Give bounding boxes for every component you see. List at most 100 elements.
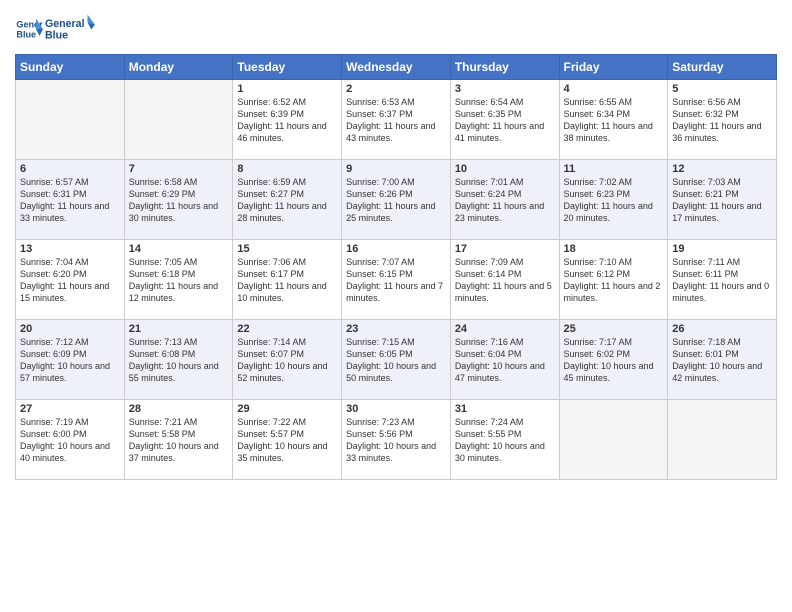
day-info: Sunrise: 7:05 AMSunset: 6:18 PMDaylight:…: [129, 256, 229, 305]
day-number: 9: [346, 163, 446, 175]
calendar-week-row: 13Sunrise: 7:04 AMSunset: 6:20 PMDayligh…: [16, 240, 777, 320]
calendar-table: SundayMondayTuesdayWednesdayThursdayFrid…: [15, 54, 777, 480]
calendar-cell: 28Sunrise: 7:21 AMSunset: 5:58 PMDayligh…: [124, 400, 233, 480]
day-info: Sunrise: 7:13 AMSunset: 6:08 PMDaylight:…: [129, 336, 229, 385]
calendar-cell: [16, 80, 125, 160]
calendar-cell: 10Sunrise: 7:01 AMSunset: 6:24 PMDayligh…: [450, 160, 559, 240]
calendar-cell: 20Sunrise: 7:12 AMSunset: 6:09 PMDayligh…: [16, 320, 125, 400]
col-header-monday: Monday: [124, 55, 233, 80]
day-info: Sunrise: 7:16 AMSunset: 6:04 PMDaylight:…: [455, 336, 555, 385]
day-info: Sunrise: 7:24 AMSunset: 5:55 PMDaylight:…: [455, 416, 555, 465]
col-header-thursday: Thursday: [450, 55, 559, 80]
col-header-tuesday: Tuesday: [233, 55, 342, 80]
calendar-cell: 6Sunrise: 6:57 AMSunset: 6:31 PMDaylight…: [16, 160, 125, 240]
day-number: 7: [129, 163, 229, 175]
day-number: 16: [346, 243, 446, 255]
day-info: Sunrise: 6:58 AMSunset: 6:29 PMDaylight:…: [129, 176, 229, 225]
calendar-cell: [559, 400, 668, 480]
day-info: Sunrise: 7:02 AMSunset: 6:23 PMDaylight:…: [564, 176, 664, 225]
day-info: Sunrise: 7:14 AMSunset: 6:07 PMDaylight:…: [237, 336, 337, 385]
day-number: 18: [564, 243, 664, 255]
day-number: 29: [237, 403, 337, 415]
day-number: 12: [672, 163, 772, 175]
day-number: 4: [564, 83, 664, 95]
day-number: 1: [237, 83, 337, 95]
calendar-cell: 11Sunrise: 7:02 AMSunset: 6:23 PMDayligh…: [559, 160, 668, 240]
day-number: 15: [237, 243, 337, 255]
calendar-cell: 21Sunrise: 7:13 AMSunset: 6:08 PMDayligh…: [124, 320, 233, 400]
calendar-cell: 23Sunrise: 7:15 AMSunset: 6:05 PMDayligh…: [342, 320, 451, 400]
day-info: Sunrise: 7:04 AMSunset: 6:20 PMDaylight:…: [20, 256, 120, 305]
calendar-header-row: SundayMondayTuesdayWednesdayThursdayFrid…: [16, 55, 777, 80]
col-header-friday: Friday: [559, 55, 668, 80]
svg-text:Blue: Blue: [16, 29, 36, 39]
calendar-cell: 8Sunrise: 6:59 AMSunset: 6:27 PMDaylight…: [233, 160, 342, 240]
calendar-cell: 31Sunrise: 7:24 AMSunset: 5:55 PMDayligh…: [450, 400, 559, 480]
calendar-cell: 18Sunrise: 7:10 AMSunset: 6:12 PMDayligh…: [559, 240, 668, 320]
day-info: Sunrise: 7:21 AMSunset: 5:58 PMDaylight:…: [129, 416, 229, 465]
day-number: 11: [564, 163, 664, 175]
calendar-cell: 25Sunrise: 7:17 AMSunset: 6:02 PMDayligh…: [559, 320, 668, 400]
logo-blue: Blue: [45, 29, 68, 41]
day-number: 22: [237, 323, 337, 335]
day-info: Sunrise: 6:53 AMSunset: 6:37 PMDaylight:…: [346, 96, 446, 145]
calendar-cell: 29Sunrise: 7:22 AMSunset: 5:57 PMDayligh…: [233, 400, 342, 480]
calendar-week-row: 27Sunrise: 7:19 AMSunset: 6:00 PMDayligh…: [16, 400, 777, 480]
day-info: Sunrise: 6:54 AMSunset: 6:35 PMDaylight:…: [455, 96, 555, 145]
calendar-cell: [124, 80, 233, 160]
day-number: 19: [672, 243, 772, 255]
day-info: Sunrise: 6:55 AMSunset: 6:34 PMDaylight:…: [564, 96, 664, 145]
logo-general: General: [45, 18, 85, 30]
day-number: 2: [346, 83, 446, 95]
calendar-cell: 9Sunrise: 7:00 AMSunset: 6:26 PMDaylight…: [342, 160, 451, 240]
day-number: 28: [129, 403, 229, 415]
calendar-cell: 1Sunrise: 6:52 AMSunset: 6:39 PMDaylight…: [233, 80, 342, 160]
col-header-wednesday: Wednesday: [342, 55, 451, 80]
day-number: 20: [20, 323, 120, 335]
day-number: 8: [237, 163, 337, 175]
calendar-week-row: 1Sunrise: 6:52 AMSunset: 6:39 PMDaylight…: [16, 80, 777, 160]
day-info: Sunrise: 7:06 AMSunset: 6:17 PMDaylight:…: [237, 256, 337, 305]
day-number: 27: [20, 403, 120, 415]
calendar-cell: 3Sunrise: 6:54 AMSunset: 6:35 PMDaylight…: [450, 80, 559, 160]
day-number: 6: [20, 163, 120, 175]
logo-bird-icon: General Blue: [45, 10, 95, 48]
day-info: Sunrise: 6:57 AMSunset: 6:31 PMDaylight:…: [20, 176, 120, 225]
col-header-saturday: Saturday: [668, 55, 777, 80]
calendar-cell: 4Sunrise: 6:55 AMSunset: 6:34 PMDaylight…: [559, 80, 668, 160]
calendar-cell: 2Sunrise: 6:53 AMSunset: 6:37 PMDaylight…: [342, 80, 451, 160]
day-info: Sunrise: 7:07 AMSunset: 6:15 PMDaylight:…: [346, 256, 446, 305]
calendar-cell: 15Sunrise: 7:06 AMSunset: 6:17 PMDayligh…: [233, 240, 342, 320]
col-header-sunday: Sunday: [16, 55, 125, 80]
day-number: 14: [129, 243, 229, 255]
day-info: Sunrise: 7:17 AMSunset: 6:02 PMDaylight:…: [564, 336, 664, 385]
day-number: 3: [455, 83, 555, 95]
calendar-cell: 12Sunrise: 7:03 AMSunset: 6:21 PMDayligh…: [668, 160, 777, 240]
day-info: Sunrise: 7:12 AMSunset: 6:09 PMDaylight:…: [20, 336, 120, 385]
calendar-cell: 26Sunrise: 7:18 AMSunset: 6:01 PMDayligh…: [668, 320, 777, 400]
logo-area: General Blue General Blue: [15, 10, 95, 48]
calendar-week-row: 6Sunrise: 6:57 AMSunset: 6:31 PMDaylight…: [16, 160, 777, 240]
calendar-cell: 30Sunrise: 7:23 AMSunset: 5:56 PMDayligh…: [342, 400, 451, 480]
day-number: 31: [455, 403, 555, 415]
day-info: Sunrise: 7:19 AMSunset: 6:00 PMDaylight:…: [20, 416, 120, 465]
calendar-cell: 5Sunrise: 6:56 AMSunset: 6:32 PMDaylight…: [668, 80, 777, 160]
calendar-cell: 14Sunrise: 7:05 AMSunset: 6:18 PMDayligh…: [124, 240, 233, 320]
day-info: Sunrise: 7:11 AMSunset: 6:11 PMDaylight:…: [672, 256, 772, 305]
calendar-cell: 16Sunrise: 7:07 AMSunset: 6:15 PMDayligh…: [342, 240, 451, 320]
day-number: 17: [455, 243, 555, 255]
calendar-cell: [668, 400, 777, 480]
day-number: 26: [672, 323, 772, 335]
calendar-cell: 7Sunrise: 6:58 AMSunset: 6:29 PMDaylight…: [124, 160, 233, 240]
day-info: Sunrise: 7:03 AMSunset: 6:21 PMDaylight:…: [672, 176, 772, 225]
day-number: 30: [346, 403, 446, 415]
day-info: Sunrise: 7:23 AMSunset: 5:56 PMDaylight:…: [346, 416, 446, 465]
page: General Blue General Blue: [0, 0, 792, 612]
day-number: 5: [672, 83, 772, 95]
day-info: Sunrise: 7:22 AMSunset: 5:57 PMDaylight:…: [237, 416, 337, 465]
calendar-week-row: 20Sunrise: 7:12 AMSunset: 6:09 PMDayligh…: [16, 320, 777, 400]
calendar-cell: 17Sunrise: 7:09 AMSunset: 6:14 PMDayligh…: [450, 240, 559, 320]
day-info: Sunrise: 7:18 AMSunset: 6:01 PMDaylight:…: [672, 336, 772, 385]
calendar-cell: 27Sunrise: 7:19 AMSunset: 6:00 PMDayligh…: [16, 400, 125, 480]
day-number: 13: [20, 243, 120, 255]
